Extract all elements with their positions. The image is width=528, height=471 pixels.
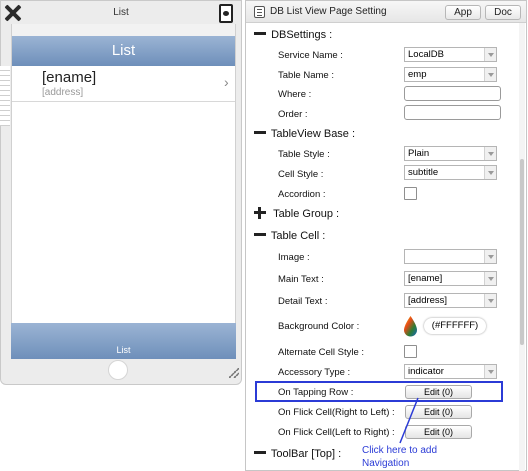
section-label: Table Cell : bbox=[270, 230, 326, 242]
chevron-down-icon bbox=[484, 68, 496, 81]
table-name-label: Table Name : bbox=[278, 70, 334, 81]
eye-pupil-icon bbox=[223, 11, 229, 16]
cell-detail-text: [address] bbox=[42, 87, 84, 98]
section-table-group[interactable]: Table Group : bbox=[254, 207, 340, 220]
table-style-select[interactable]: Plain bbox=[404, 146, 497, 161]
select-value: emp bbox=[408, 69, 427, 80]
callout-line-2: Navigation bbox=[362, 458, 410, 469]
section-tableview-base[interactable]: TableView Base : bbox=[254, 127, 355, 140]
section-toolbar-top[interactable]: ToolBar [Top] : bbox=[254, 447, 341, 460]
resize-grip-icon[interactable] bbox=[229, 368, 239, 378]
order-label: Order : bbox=[278, 109, 308, 120]
scrollbar-thumb[interactable] bbox=[520, 159, 524, 345]
panel-title: DB List View Page Setting bbox=[270, 6, 387, 17]
list-cell[interactable]: [ename] [address] › bbox=[12, 66, 235, 102]
select-value: indicator bbox=[408, 366, 444, 377]
flick-left-to-right-edit-button[interactable]: Edit (0) bbox=[405, 425, 472, 439]
main-text-select[interactable]: [ename] bbox=[404, 271, 497, 286]
panel-header: DB List View Page Setting App Doc bbox=[246, 1, 526, 23]
select-value: [address] bbox=[408, 295, 448, 306]
section-label: Table Group : bbox=[273, 208, 340, 220]
expand-icon bbox=[254, 207, 268, 220]
service-name-label: Service Name : bbox=[278, 50, 343, 61]
select-value: subtitle bbox=[408, 167, 439, 178]
chevron-down-icon bbox=[484, 272, 496, 285]
color-picker-icon[interactable] bbox=[404, 316, 417, 337]
toolbar-label: List bbox=[116, 345, 131, 355]
bottom-toolbar: List bbox=[11, 323, 236, 359]
chevron-right-icon: › bbox=[224, 74, 229, 90]
preview-title: List bbox=[113, 7, 129, 18]
preview-toggle-icon[interactable] bbox=[219, 4, 233, 23]
device-screen: List [ename] [address] › bbox=[11, 24, 236, 359]
cell-style-select[interactable]: subtitle bbox=[404, 165, 497, 180]
alternate-cell-style-label: Alternate Cell Style : bbox=[278, 347, 365, 358]
chevron-down-icon bbox=[484, 365, 496, 378]
main-text-label: Main Text : bbox=[278, 274, 324, 285]
table-style-label: Table Style : bbox=[278, 149, 330, 160]
image-select[interactable] bbox=[404, 249, 497, 264]
flick-left-to-right-label: On Flick Cell(Left to Right) : bbox=[278, 427, 395, 438]
accessory-type-label: Accessory Type : bbox=[278, 367, 351, 378]
background-color-value[interactable]: (#FFFFFF) bbox=[424, 318, 486, 334]
doc-button[interactable]: Doc bbox=[485, 5, 521, 20]
collapse-icon bbox=[254, 28, 268, 39]
collapse-icon bbox=[254, 447, 268, 458]
order-input[interactable] bbox=[404, 105, 501, 120]
cell-main-text: [ename] bbox=[42, 69, 97, 86]
accessory-type-select[interactable]: indicator bbox=[404, 364, 497, 379]
section-label: DBSettings : bbox=[271, 29, 333, 41]
callout-text: Click here to add Navigation bbox=[362, 444, 437, 470]
collapse-icon bbox=[254, 127, 268, 138]
table-name-select[interactable]: emp bbox=[404, 67, 497, 82]
collapse-icon bbox=[254, 229, 268, 240]
status-bar bbox=[12, 24, 235, 36]
chevron-down-icon bbox=[484, 166, 496, 179]
detail-text-label: Detail Text : bbox=[278, 296, 328, 307]
list-page-icon bbox=[254, 6, 265, 18]
chevron-down-icon bbox=[484, 48, 496, 61]
service-name-select[interactable]: LocalDB bbox=[404, 47, 497, 62]
detail-text-select[interactable]: [address] bbox=[404, 293, 497, 308]
section-label: ToolBar [Top] : bbox=[270, 448, 342, 460]
select-value: LocalDB bbox=[408, 49, 444, 60]
accordion-label: Accordion : bbox=[278, 189, 326, 200]
alternate-cell-style-checkbox[interactable] bbox=[404, 345, 417, 358]
chevron-down-icon bbox=[484, 147, 496, 160]
flick-right-to-left-edit-button[interactable]: Edit (0) bbox=[405, 405, 472, 419]
callout-line-1: Click here to add bbox=[362, 445, 438, 456]
section-dbsettings[interactable]: DBSettings : bbox=[254, 28, 332, 41]
chevron-down-icon bbox=[484, 250, 496, 263]
background-color-label: Background Color : bbox=[278, 321, 360, 332]
home-button[interactable] bbox=[108, 360, 128, 380]
select-value: [ename] bbox=[408, 273, 443, 284]
flick-right-to-left-label: On Flick Cell(Right to Left) : bbox=[278, 407, 395, 418]
accordion-checkbox[interactable] bbox=[404, 187, 417, 200]
app-button[interactable]: App bbox=[445, 5, 481, 20]
chevron-down-icon bbox=[484, 294, 496, 307]
ruler-marks bbox=[0, 66, 10, 126]
image-label: Image : bbox=[278, 252, 310, 263]
section-label: TableView Base : bbox=[270, 128, 356, 140]
nav-bar-title: List bbox=[12, 36, 235, 66]
where-label: Where : bbox=[278, 89, 312, 100]
highlight-box bbox=[255, 381, 503, 402]
select-value: Plain bbox=[408, 148, 430, 159]
where-input[interactable] bbox=[404, 86, 501, 101]
cell-style-label: Cell Style : bbox=[278, 169, 324, 180]
preview-title-bar: List bbox=[1, 1, 241, 25]
section-table-cell[interactable]: Table Cell : bbox=[254, 229, 325, 242]
